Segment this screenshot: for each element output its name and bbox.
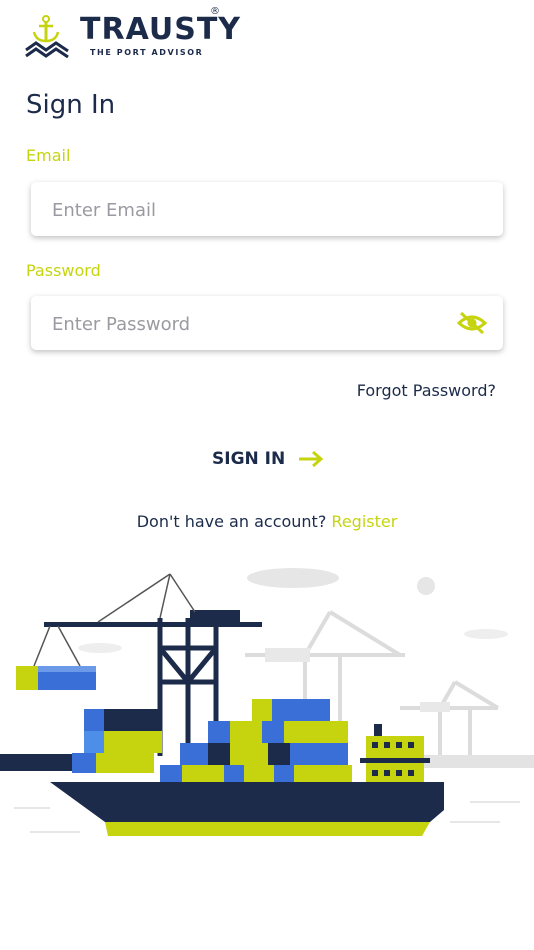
forgot-password-link[interactable]: Forgot Password?	[357, 381, 496, 400]
register-link[interactable]: Register	[331, 512, 397, 531]
password-input[interactable]	[50, 296, 454, 352]
page-title: Sign In	[26, 90, 116, 120]
brand-logo: TRAUSTY ® THE PORT ADVISOR	[24, 6, 240, 60]
register-prompt: Don't have an account? Register	[0, 512, 534, 531]
brand-tagline: THE PORT ADVISOR	[90, 48, 204, 57]
sign-in-button[interactable]: SIGN IN	[212, 449, 325, 469]
brand-name: TRAUSTY	[80, 12, 242, 47]
registered-mark: ®	[210, 6, 220, 17]
email-input[interactable]	[50, 182, 454, 238]
cargo-ship-illustration	[0, 568, 534, 836]
email-label: Email	[26, 146, 71, 165]
arrow-right-icon	[299, 450, 324, 468]
email-field[interactable]	[31, 182, 503, 238]
password-label: Password	[26, 261, 101, 280]
password-field[interactable]	[31, 296, 503, 352]
sign-in-label: SIGN IN	[212, 449, 286, 469]
register-prompt-text: Don't have an account?	[136, 512, 327, 531]
eye-off-icon[interactable]	[457, 310, 487, 336]
anchor-wave-icon	[25, 15, 69, 58]
